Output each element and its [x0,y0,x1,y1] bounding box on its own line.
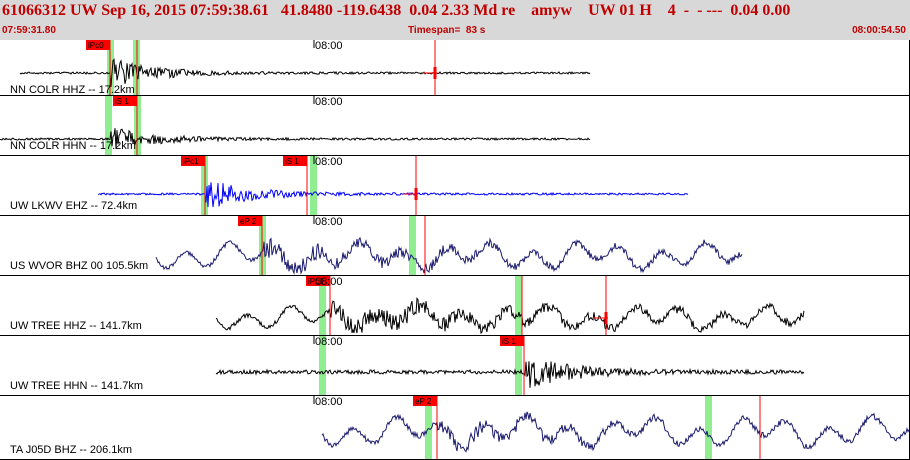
event-header: 61066312 UW Sep 16, 2015 07:59:38.61 41.… [0,0,910,41]
waveform-canvas[interactable]: iS 1 [0,96,909,155]
channel-label: UW TREE HHZ -- 141.7km [10,320,142,332]
time-tick-label: 08:00 [315,276,343,288]
channel-panel[interactable]: iS 1 08:00 NN COLR HHN -- 17.2km [0,96,910,156]
phase-window [515,276,522,335]
waveform-canvas[interactable]: iPc0 [0,40,909,95]
seismogram-panels[interactable]: iPc0 08:00 NN COLR HHZ -- 17.2km iS 1 08:00 N… [0,40,910,460]
coda-marker[interactable] [404,156,418,215]
pick-label: eP 2 [240,217,257,226]
pick-label: eP 2 [415,397,432,406]
time-tick-label: 08:00 [315,40,343,52]
pick-label: iS 1 [115,97,129,106]
coda-marker[interactable] [423,40,437,95]
channel-panel[interactable]: eP 2 08:00 TA J05D BHZ -- 206.1km [0,396,910,460]
time-tick-label: 08:00 [315,216,343,228]
waveform-trace [215,361,805,388]
end-time: 08:00:54.50 [852,25,906,36]
phase-window [409,216,416,275]
waveform-trace [321,411,909,453]
channel-label: NN COLR HHN -- 17.2km [10,140,136,152]
channel-panel[interactable]: eP 2 08:00 US WVOR BHZ 00 105.5km [0,216,910,276]
pick-label: iPc0 [88,41,104,50]
time-tick-label: 08:00 [315,156,343,168]
waveform-trace [19,57,591,87]
phase-window [705,396,712,459]
start-time: 07:59:31.80 [2,25,56,36]
pick-label: iS 1 [502,337,516,346]
time-tick-label: 08:00 [315,96,343,108]
channel-panel[interactable]: iPc0 08:00 NN COLR HHZ -- 17.2km [0,40,910,96]
channel-panel[interactable]: iPc1 08:00 UW TREE HHZ -- 141.7km [0,276,910,336]
waveform-trace [215,297,805,335]
coda-marker[interactable] [594,276,608,335]
channel-panel[interactable]: iPc1 iS 1 08:00 UW LKWV EHZ -- 72.4km [0,156,910,216]
channel-label: UW LKWV EHZ -- 72.4km [10,200,138,212]
time-tick-label: 08:00 [315,336,343,348]
pick-label: iS 1 [285,157,299,166]
channel-label: NN COLR HHZ -- 17.2km [10,84,135,96]
channel-label: TA J05D BHZ -- 206.1km [10,444,133,456]
event-summary: 61066312 UW Sep 16, 2015 07:59:38.61 41.… [2,2,791,19]
channel-panel[interactable]: iS 1 08:00 UW TREE HHN -- 141.7km [0,336,910,396]
timespan-label: Timespan= 83 s [408,25,486,36]
waveform-trace [97,182,689,208]
pick-label: iPc1 [183,157,199,166]
time-tick-label: 08:00 [315,396,343,408]
channel-label: US WVOR BHZ 00 105.5km [10,260,149,272]
waveform-trace [155,236,743,275]
channel-label: UW TREE HHN -- 141.7km [10,380,144,392]
waveform-canvas[interactable]: eP 2 [0,396,909,459]
